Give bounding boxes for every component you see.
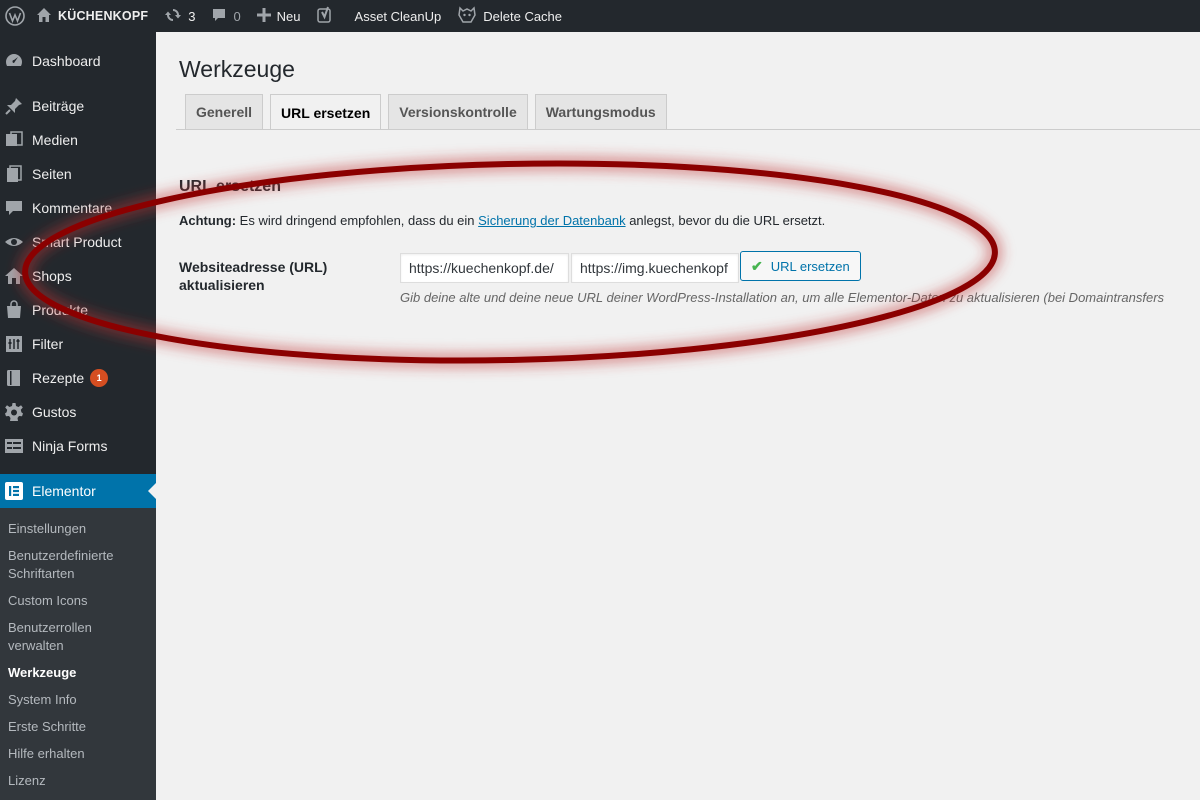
gear-icon <box>4 402 24 422</box>
sidebar-item-label: Seiten <box>32 166 72 182</box>
old-url-input[interactable]: https://kuechenkopf.de/ <box>400 253 569 283</box>
backup-notice: Achtung: Es wird dringend empfohlen, das… <box>179 213 825 228</box>
sidebar-item-rezepte[interactable]: Rezepte 1 <box>0 361 156 395</box>
comment-icon <box>4 198 24 218</box>
new-url-input[interactable]: https://img.kuechenkopf <box>571 253 739 283</box>
admin-bar: KÜCHENKOPF 3 0 Neu Asset CleanUp Delete … <box>0 0 1200 32</box>
sidebar-item-label: Kommentare <box>32 200 113 216</box>
eye-icon <box>4 232 24 252</box>
notice-text-after: anlegst, bevor du die URL ersetzt. <box>625 213 826 228</box>
sidebar-item-label: Elementor <box>32 483 96 499</box>
sidebar-item-seiten[interactable]: Seiten <box>0 157 156 191</box>
comments-link[interactable]: 0 <box>203 0 248 32</box>
home-icon <box>36 7 52 26</box>
tab-generell[interactable]: Generell <box>185 94 264 129</box>
submenu-item-custom-icons[interactable]: Custom Icons <box>0 588 156 615</box>
dashboard-icon <box>4 51 24 71</box>
home-icon <box>4 266 24 286</box>
sidebar-item-gustos[interactable]: Gustos <box>0 395 156 429</box>
submenu-item-system-info[interactable]: System Info <box>0 687 156 714</box>
sidebar-item-smart-product[interactable]: Smart Product <box>0 225 156 259</box>
pages-icon <box>4 164 24 184</box>
sidebar-item-label: Smart Product <box>32 234 122 250</box>
delete-cache-label: Delete Cache <box>483 8 563 24</box>
sidebar-item-label: Gustos <box>32 404 77 420</box>
pin-icon <box>4 96 24 116</box>
delete-cache-link[interactable]: Delete Cache <box>449 0 570 32</box>
new-content-link[interactable]: Neu <box>249 0 309 32</box>
plus-icon <box>256 7 271 25</box>
database-backup-link[interactable]: Sicherung der Datenbank <box>478 213 625 228</box>
page-title: Werkzeuge <box>179 56 295 82</box>
tab-versionskontrolle[interactable]: Versionskontrolle <box>388 94 528 129</box>
submenu-item-einstellungen[interactable]: Einstellungen <box>0 516 156 543</box>
sidebar-item-dashboard[interactable]: Dashboard <box>0 44 156 78</box>
tiger-icon <box>457 5 477 27</box>
tabs-divider <box>176 129 1200 130</box>
sidebar-item-shops[interactable]: Shops <box>0 259 156 293</box>
section-title: URL ersetzen <box>179 178 281 195</box>
asset-cleanup-label: Asset CleanUp <box>354 8 442 24</box>
tab-wartungsmodus[interactable]: Wartungsmodus <box>534 94 667 129</box>
submenu-item-schriftarten[interactable]: Benutzerdefinierte Schriftarten <box>0 543 156 588</box>
replace-url-button-label: URL ersetzen <box>770 258 850 274</box>
updates-link[interactable]: 3 <box>156 0 203 32</box>
wordpress-logo-icon[interactable] <box>0 0 28 32</box>
new-url-value: https://img.kuechenkopf <box>580 260 728 276</box>
asset-cleanup-link[interactable]: Asset CleanUp <box>341 0 450 32</box>
submenu-item-hilfe[interactable]: Hilfe erhalten <box>0 741 156 768</box>
submenu-item-benutzerrollen[interactable]: Benutzerrollen verwalten <box>0 615 156 660</box>
sidebar-item-label: Shops <box>32 268 72 284</box>
sidebar-item-label: Ninja Forms <box>32 438 108 454</box>
replace-url-button[interactable]: ✔ URL ersetzen <box>740 251 861 281</box>
sidebar-item-ninja-forms[interactable]: Ninja Forms <box>0 429 156 463</box>
sidebar-item-beitraege[interactable]: Beiträge <box>0 89 156 123</box>
submenu-item-werkzeuge[interactable]: Werkzeuge <box>0 660 156 687</box>
book-icon <box>4 368 24 388</box>
submenu-item-erste-schritte[interactable]: Erste Schritte <box>0 714 156 741</box>
tab-bar: Generell URL ersetzen Versionskontrolle … <box>185 94 674 130</box>
yoast-icon <box>316 6 333 27</box>
bag-icon <box>4 300 24 320</box>
notice-strong: Achtung: <box>179 213 237 228</box>
comment-icon <box>211 7 227 26</box>
tab-url-ersetzen[interactable]: URL ersetzen <box>270 94 382 130</box>
sidebar-item-kommentare[interactable]: Kommentare <box>0 191 156 225</box>
elementor-submenu: Einstellungen Benutzerdefinierte Schrift… <box>0 508 156 800</box>
sidebar-item-label: Medien <box>32 132 78 148</box>
sidebar-item-label: Filter <box>32 336 64 352</box>
main-content: Werkzeuge Generell URL ersetzen Versions… <box>156 32 1200 800</box>
elementor-icon <box>4 481 24 501</box>
submenu-item-lizenz[interactable]: Lizenz <box>0 768 156 795</box>
filter-icon <box>4 334 24 354</box>
url-field-label: Websiteadresse (URL) aktualisieren <box>179 259 328 293</box>
updates-count: 3 <box>188 8 196 24</box>
admin-sidebar: Dashboard Beiträge Medien Seiten Komment… <box>0 32 156 800</box>
sidebar-item-label: Dashboard <box>32 53 101 69</box>
sidebar-item-label: Produkte <box>32 302 89 318</box>
update-count-badge: 1 <box>90 369 109 387</box>
yoast-link[interactable] <box>309 0 341 32</box>
sidebar-item-filter[interactable]: Filter <box>0 327 156 361</box>
old-url-value: https://kuechenkopf.de/ <box>409 260 554 276</box>
field-description: Gib deine alte und deine neue URL deiner… <box>400 290 1165 305</box>
sidebar-item-produkte[interactable]: Produkte <box>0 293 156 327</box>
checkmark-icon: ✔ <box>751 257 763 274</box>
forms-icon <box>4 436 24 456</box>
sidebar-item-label: Beiträge <box>32 98 85 114</box>
notice-text-before: Es wird dringend empfohlen, dass du ein <box>236 213 479 228</box>
sidebar-item-elementor[interactable]: Elementor <box>0 474 156 508</box>
sidebar-item-label: Rezepte <box>32 370 85 386</box>
new-label: Neu <box>276 8 301 24</box>
media-icon <box>4 130 24 150</box>
site-name: KÜCHENKOPF <box>58 9 149 23</box>
refresh-icon <box>164 6 182 27</box>
comments-count: 0 <box>233 8 241 24</box>
site-name-link[interactable]: KÜCHENKOPF <box>28 0 156 32</box>
sidebar-item-medien[interactable]: Medien <box>0 123 156 157</box>
